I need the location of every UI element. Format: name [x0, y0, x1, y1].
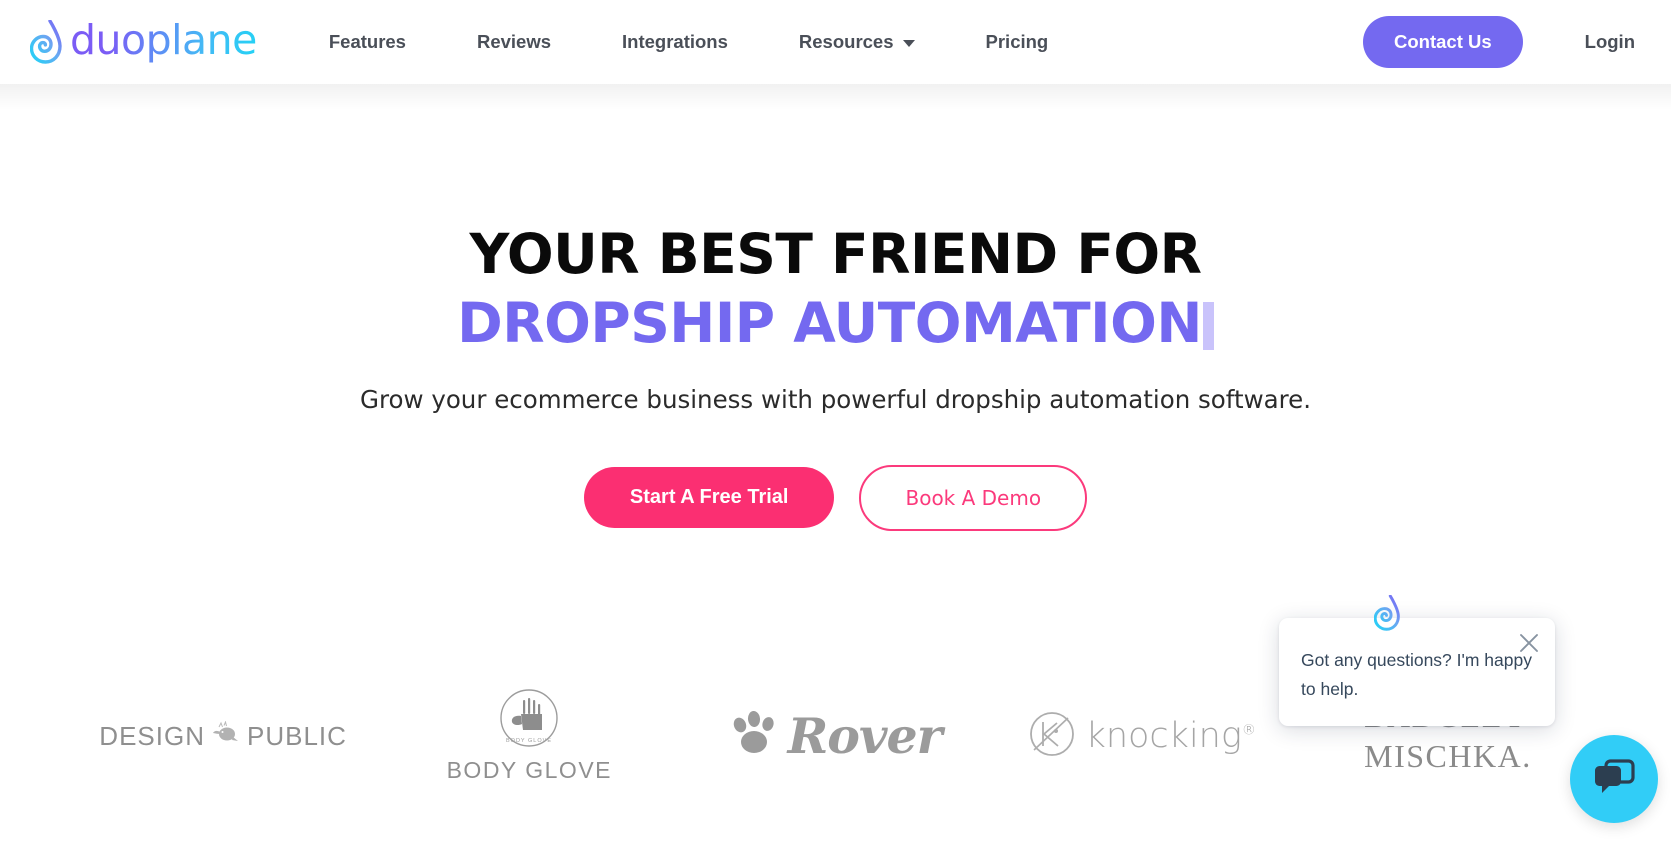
- logo-body-glove: BODY GLOVE BODY GLOVE: [376, 688, 682, 784]
- chevron-down-icon: [902, 40, 915, 47]
- logo-text: DESIGN: [99, 720, 205, 751]
- logo-text-2: PUBLIC: [246, 720, 347, 751]
- typing-cursor: [1202, 302, 1214, 351]
- page-title: YOUR BEST FRIEND FOR DROPSHIP AUTOMATION: [0, 220, 1671, 359]
- logo-text-2: MISCHKA.: [1364, 738, 1532, 774]
- chat-greeting-card: Got any questions? I'm happy to help.: [1279, 594, 1555, 726]
- design-public-logo: DESIGN PUBLIC: [99, 719, 347, 752]
- logo-design-public: DESIGN PUBLIC: [70, 719, 376, 752]
- main-nav: Features Reviews Integrations Resources …: [329, 21, 1363, 63]
- logo-text: BODY GLOVE: [446, 757, 613, 783]
- nav-item-integrations[interactable]: Integrations: [622, 21, 728, 63]
- nav-label: Integrations: [622, 31, 728, 52]
- chat-bubbles-icon: [1593, 758, 1635, 800]
- book-a-demo-button[interactable]: Book A Demo: [859, 464, 1088, 531]
- registered-mark: ®: [1241, 722, 1256, 739]
- hero-subtitle: Grow your ecommerce business with powerf…: [359, 384, 1312, 414]
- hero-title-line1: YOUR BEST FRIEND FOR: [469, 222, 1202, 286]
- hero-title-line2-wrap: DROPSHIP AUTOMATION: [0, 289, 1671, 358]
- close-icon[interactable]: [1517, 631, 1541, 655]
- page-root: duoplane Features Reviews Integrations R…: [0, 0, 1671, 863]
- hero-section: YOUR BEST FRIEND FOR DROPSHIP AUTOMATION…: [0, 84, 1671, 531]
- chat-greeting-message: Got any questions? I'm happy to help.: [1301, 650, 1532, 699]
- hand-circle-icon: BODY GLOVE: [499, 688, 559, 753]
- login-link[interactable]: Login: [1585, 31, 1635, 53]
- bird-icon: [211, 719, 241, 752]
- chat-launcher-button[interactable]: [1570, 735, 1658, 823]
- header-actions: Contact Us Login: [1363, 16, 1635, 68]
- body-glove-logo: BODY GLOVE BODY GLOVE: [447, 688, 612, 784]
- paw-print-icon: [730, 710, 784, 762]
- rover-logo: Rover: [730, 707, 942, 765]
- logo-text: knocking®: [1085, 716, 1256, 756]
- start-free-trial-button[interactable]: Start A Free Trial: [583, 467, 835, 529]
- brand-logo[interactable]: duoplane: [30, 15, 257, 65]
- knocking-logo: knocking®: [1028, 710, 1256, 763]
- duoplane-droplet-icon: [30, 20, 62, 64]
- nav-label: Resources: [798, 31, 894, 52]
- nav-item-reviews[interactable]: Reviews: [477, 21, 551, 63]
- nav-label: Features: [328, 31, 406, 52]
- logo-text: Rover: [787, 707, 943, 765]
- site-header: duoplane Features Reviews Integrations R…: [0, 0, 1671, 110]
- nav-item-pricing[interactable]: Pricing: [986, 21, 1049, 63]
- nav-item-resources[interactable]: Resources: [799, 21, 915, 63]
- duoplane-droplet-icon: [1373, 594, 1400, 631]
- nav-label: Pricing: [985, 31, 1049, 52]
- knocking-circle-icon: [1028, 710, 1076, 763]
- nav-label: Reviews: [476, 31, 552, 52]
- contact-us-button[interactable]: Contact Us: [1363, 16, 1523, 68]
- svg-text:BODY GLOVE: BODY GLOVE: [506, 738, 552, 744]
- nav-item-features[interactable]: Features: [329, 21, 406, 63]
- logo-knocking: knocking®: [989, 710, 1295, 763]
- hero-title-line2: DROPSHIP AUTOMATION: [457, 291, 1202, 356]
- logo-rover: Rover: [682, 707, 988, 765]
- hero-cta-group: Start A Free Trial Book A Demo: [0, 464, 1671, 531]
- brand-name: duoplane: [70, 15, 257, 64]
